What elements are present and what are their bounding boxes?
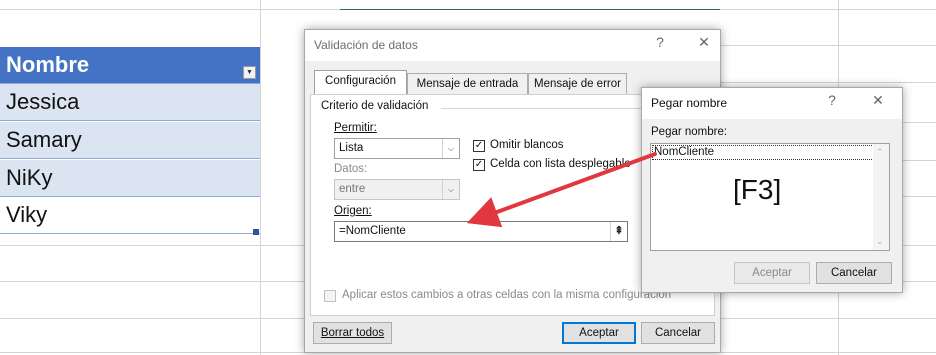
dialog-title: Validación de datos: [314, 38, 418, 52]
table-row[interactable]: Jessica: [0, 84, 260, 121]
shortcut-hint: [F3]: [733, 174, 782, 205]
allow-select[interactable]: Lista ⌵: [334, 138, 460, 159]
grid-line: [900, 196, 936, 197]
tab-mensaje-error[interactable]: Mensaje de error: [528, 73, 627, 95]
table-row[interactable]: NiKy: [0, 160, 260, 197]
cell-value: Jessica: [6, 89, 80, 114]
help-icon[interactable]: ?: [818, 92, 846, 108]
grid-line: [720, 82, 936, 83]
allow-label: Permitir:: [334, 122, 377, 134]
cancel-button[interactable]: Cancelar: [641, 322, 715, 344]
cell-value: Viky: [6, 202, 48, 227]
dialog-titlebar: Pegar nombre ? ✕: [642, 88, 902, 119]
collapse-dialog-icon[interactable]: ⇞: [610, 222, 627, 241]
source-input[interactable]: =NomCliente ⇞: [334, 221, 628, 242]
cell-value: NiKy: [6, 165, 53, 190]
tab-mensaje-entrada[interactable]: Mensaje de entrada: [407, 73, 528, 95]
close-icon[interactable]: ✕: [690, 34, 718, 51]
table-row[interactable]: Samary: [0, 122, 260, 159]
apply-all-checkbox[interactable]: [324, 290, 336, 302]
criteria-label: Criterio de validación: [321, 100, 429, 112]
data-value: entre: [339, 183, 366, 195]
grid-line: [720, 45, 936, 46]
names-list[interactable]: NomCliente ⌃ ⌄ [F3]: [650, 143, 890, 251]
apply-all-label: Aplicar estos cambios a otras celdas con…: [342, 289, 672, 301]
grid-line: [260, 0, 261, 355]
in-cell-dropdown-checkbox[interactable]: ✓: [473, 159, 485, 171]
close-icon[interactable]: ✕: [864, 92, 892, 109]
dialog-titlebar: Validación de datos ? ✕: [305, 30, 720, 61]
clear-all-button[interactable]: Borrar todos: [313, 322, 392, 344]
allow-value: Lista: [339, 142, 364, 154]
filter-dropdown-icon[interactable]: ▼: [243, 66, 256, 79]
chevron-down-icon: ⌵: [442, 180, 459, 199]
table-header-cell[interactable]: Nombre ▼: [0, 47, 260, 84]
selected-cell-border: [340, 0, 720, 10]
table-row[interactable]: Viky: [0, 197, 260, 234]
paste-name-dialog: Pegar nombre ? ✕ Pegar nombre: NomClient…: [641, 87, 903, 293]
in-cell-dropdown-label: Celda con lista desplegable: [490, 158, 631, 170]
dialog-title: Pegar nombre: [651, 96, 728, 110]
scroll-down-icon[interactable]: ⌄: [876, 236, 884, 247]
ignore-blank-checkbox[interactable]: ✓: [473, 140, 485, 152]
grid-line: [900, 160, 936, 161]
ok-button[interactable]: Aceptar: [562, 322, 636, 344]
tab-configuracion[interactable]: Configuración: [314, 70, 407, 95]
data-label: Datos:: [334, 163, 368, 175]
list-item[interactable]: NomCliente: [652, 145, 876, 160]
grid-line: [900, 122, 936, 123]
scroll-up-icon[interactable]: ⌃: [876, 147, 884, 158]
header-label: Nombre: [6, 52, 90, 77]
data-select: entre ⌵: [334, 179, 460, 200]
chevron-down-icon: ⌵: [442, 139, 459, 158]
cancel-button[interactable]: Cancelar: [816, 262, 892, 284]
source-label: Origen:: [334, 205, 372, 217]
paste-name-label: Pegar nombre:: [651, 126, 728, 138]
cell-value: Samary: [6, 127, 82, 152]
help-icon[interactable]: ?: [646, 34, 674, 50]
ignore-blank-label: Omitir blancos: [490, 139, 564, 151]
list-scrollbar[interactable]: ⌃ ⌄: [873, 144, 889, 250]
ok-button: Aceptar: [734, 262, 810, 284]
source-value: =NomCliente: [339, 225, 406, 237]
table-resize-handle[interactable]: [253, 229, 259, 235]
